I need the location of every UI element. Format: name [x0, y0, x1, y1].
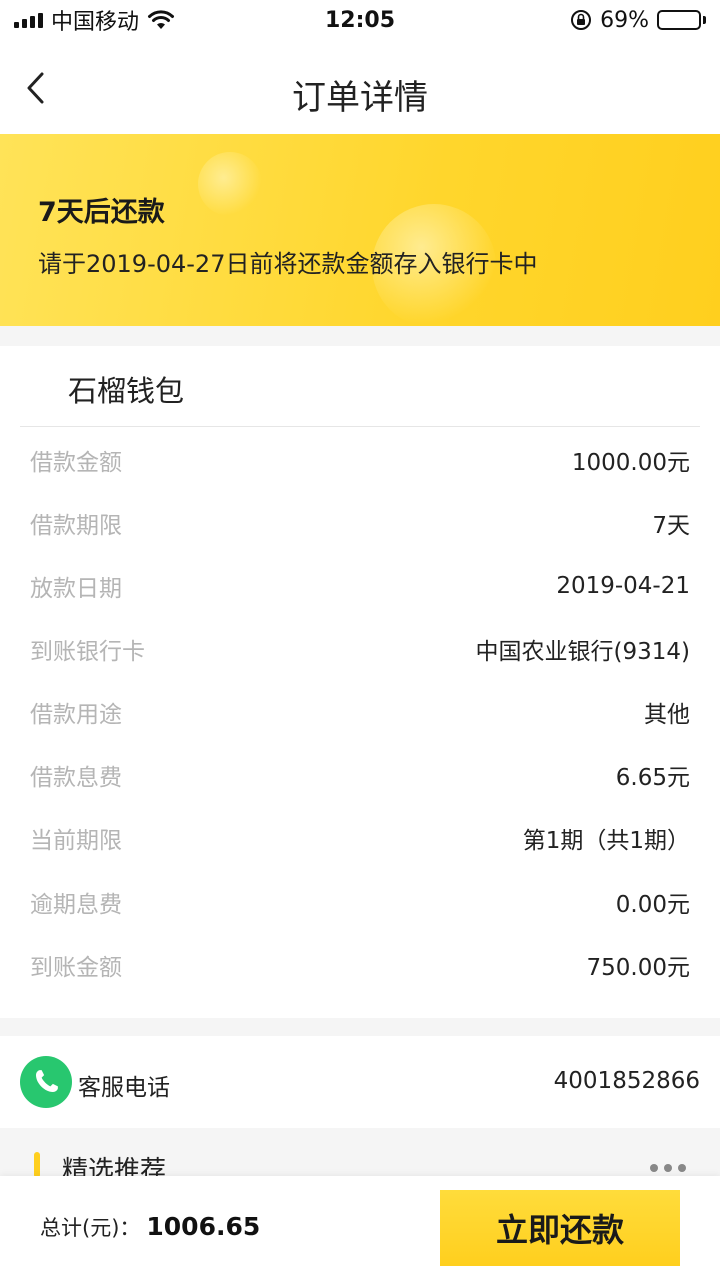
detail-label: 到账金额: [30, 955, 122, 981]
detail-label: 放款日期: [30, 576, 122, 602]
phone-icon[interactable]: [20, 1056, 72, 1108]
more-dots-icon[interactable]: [650, 1164, 686, 1172]
detail-row: 借款金额 1000.00元: [0, 440, 720, 480]
detail-label: 当前期限: [30, 828, 122, 854]
total-amount: 1006.65: [146, 1212, 261, 1241]
service-phone-number[interactable]: 4001852866: [554, 1068, 700, 1094]
detail-row: 借款期限 7天: [0, 503, 720, 543]
detail-value: 2019-04-21: [556, 573, 690, 599]
detail-label: 借款金额: [30, 450, 122, 476]
detail-row: 到账金额 750.00元: [0, 945, 720, 985]
order-detail-page: 中国移动 12:05 69% 订单详情 7天后还款 请于2019-04-27日前…: [0, 0, 720, 1280]
repayment-banner: 7天后还款 请于2019-04-27日前将还款金额存入银行卡中: [0, 134, 720, 326]
nav-bar: 订单详情: [0, 40, 720, 134]
detail-value: 750.00元: [586, 955, 690, 981]
battery-icon: [657, 10, 706, 30]
bottom-bar: 总计(元)： 1006.65 立即还款: [0, 1176, 720, 1280]
carrier-label: 中国移动: [51, 10, 140, 35]
signal-icon: [14, 12, 43, 28]
detail-label: 借款息费: [30, 765, 122, 791]
detail-label: 借款用途: [30, 702, 122, 728]
detail-row: 借款用途 其他: [0, 692, 720, 732]
section-accent-bar: [34, 1152, 40, 1178]
detail-value: 其他: [644, 702, 690, 728]
detail-value: 7天: [652, 513, 690, 539]
detail-row: 当前期限 第1期（共1期）: [0, 818, 720, 858]
customer-service-row[interactable]: 客服电话 4001852866: [0, 1036, 720, 1128]
status-bar: 中国移动 12:05 69%: [0, 0, 720, 40]
detail-row: 到账银行卡 中国农业银行(9314): [0, 629, 720, 669]
detail-label: 逾期息费: [30, 892, 122, 918]
detail-value: 中国农业银行(9314): [475, 639, 690, 665]
banner-subtitle: 请于2019-04-27日前将还款金额存入银行卡中: [38, 250, 538, 278]
decor-bubble: [198, 152, 262, 216]
detail-row: 放款日期 2019-04-21: [0, 566, 720, 606]
battery-percent: 69%: [600, 7, 649, 33]
loan-details-card: 石榴钱包 借款金额 1000.00元 借款期限 7天 放款日期 2019-04-…: [0, 346, 720, 1018]
total-summary: 总计(元)： 1006.65: [40, 1212, 260, 1242]
detail-label: 到账银行卡: [30, 639, 145, 665]
detail-value: 第1期（共1期）: [522, 828, 690, 854]
repay-now-button[interactable]: 立即还款: [440, 1190, 680, 1266]
lender-name: 石榴钱包: [68, 374, 185, 408]
wifi-icon: [148, 10, 175, 29]
divider: [20, 426, 700, 427]
detail-label: 借款期限: [30, 513, 122, 539]
detail-row: 逾期息费 0.00元: [0, 882, 720, 922]
banner-title: 7天后还款: [38, 197, 165, 228]
detail-value: 6.65元: [615, 765, 690, 791]
service-label: 客服电话: [78, 1075, 170, 1101]
orientation-lock-icon: [571, 10, 592, 30]
detail-value: 1000.00元: [571, 450, 690, 476]
detail-value: 0.00元: [615, 892, 690, 918]
total-label: 总计(元)：: [40, 1216, 141, 1240]
clock: 12:05: [324, 7, 396, 33]
detail-row: 借款息费 6.65元: [0, 755, 720, 795]
page-title: 订单详情: [292, 78, 428, 118]
